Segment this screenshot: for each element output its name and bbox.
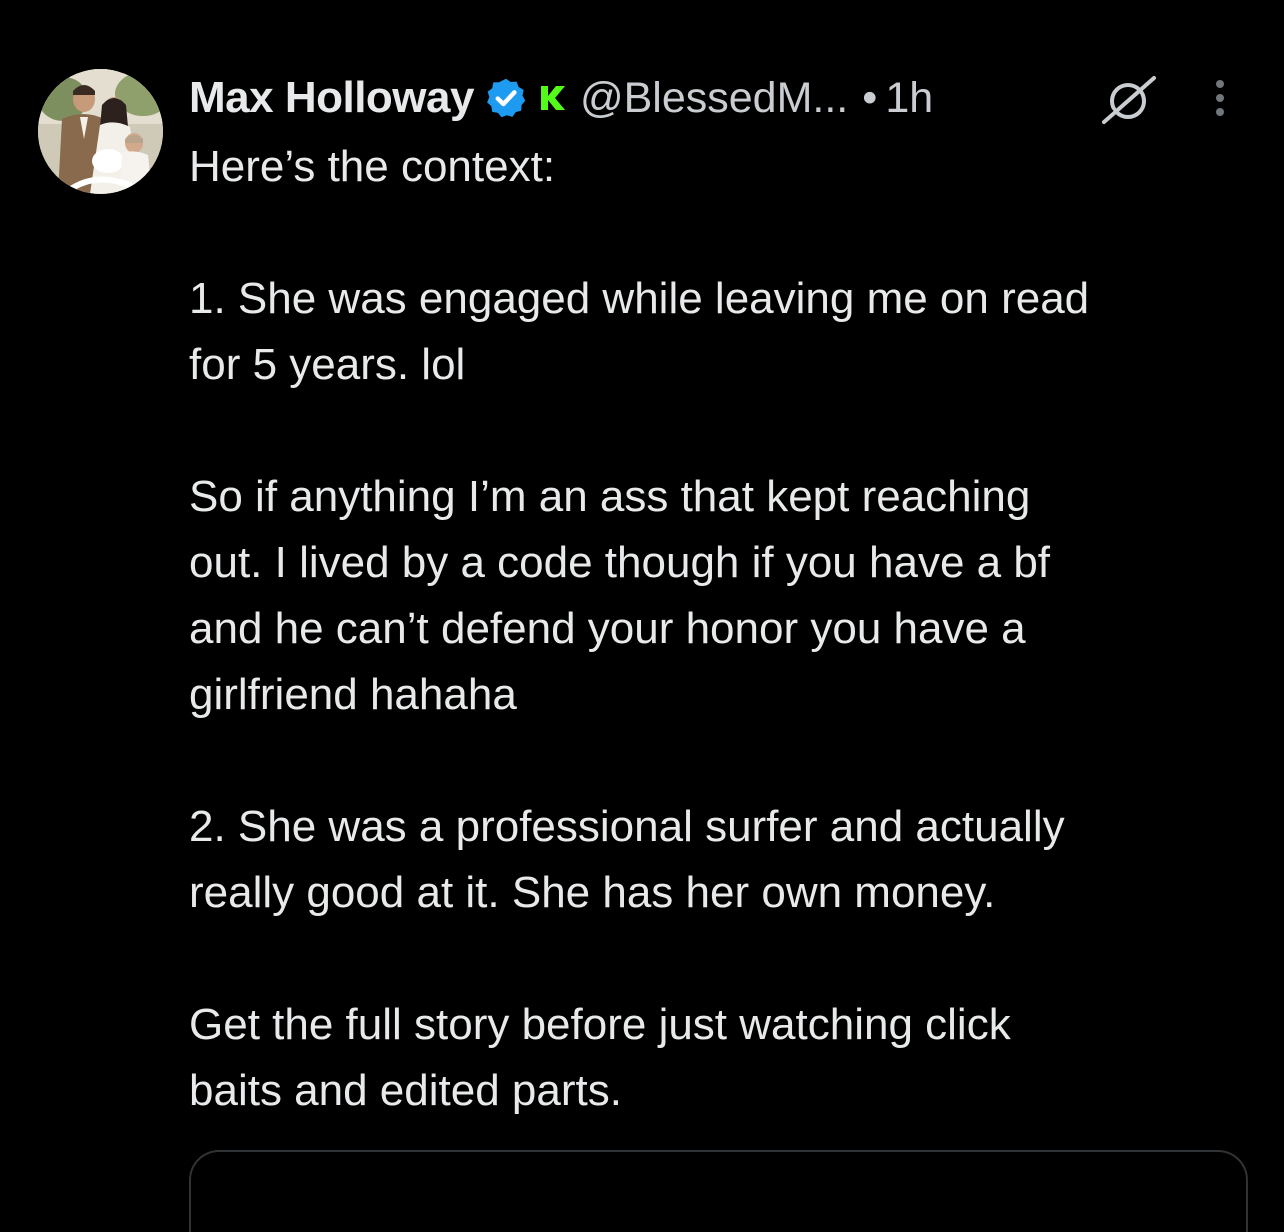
k-affiliate-icon[interactable] <box>540 85 566 111</box>
meta-separator: • <box>862 73 878 122</box>
tweet-paragraph: Get the full story before just watching … <box>189 1000 1011 1115</box>
tweet[interactable]: Max Holloway @BlessedM... • 1h Here’s th… <box>0 0 1284 1232</box>
verified-badge-icon[interactable] <box>484 76 528 120</box>
tweet-timestamp[interactable]: 1h <box>885 74 933 123</box>
author-handle[interactable]: @BlessedM... <box>580 74 848 123</box>
author-avatar[interactable] <box>38 69 163 194</box>
tweet-header: Max Holloway @BlessedM... • 1h <box>189 70 933 126</box>
tweet-paragraph: 1. She was engaged while leaving me on r… <box>189 274 1090 389</box>
more-vertical-icon[interactable] <box>1204 76 1236 120</box>
tweet-paragraph: 2. She was a professional surfer and act… <box>189 802 1065 917</box>
grok-icon[interactable] <box>1100 74 1158 126</box>
author-display-name[interactable]: Max Holloway <box>189 73 474 123</box>
tweet-paragraph: Here’s the context: <box>189 142 556 191</box>
tweet-text: Here’s the context: 1. She was engaged w… <box>189 134 1249 1124</box>
quoted-card[interactable] <box>189 1150 1248 1232</box>
tweet-paragraph: So if anything I’m an ass that kept reac… <box>189 472 1051 719</box>
